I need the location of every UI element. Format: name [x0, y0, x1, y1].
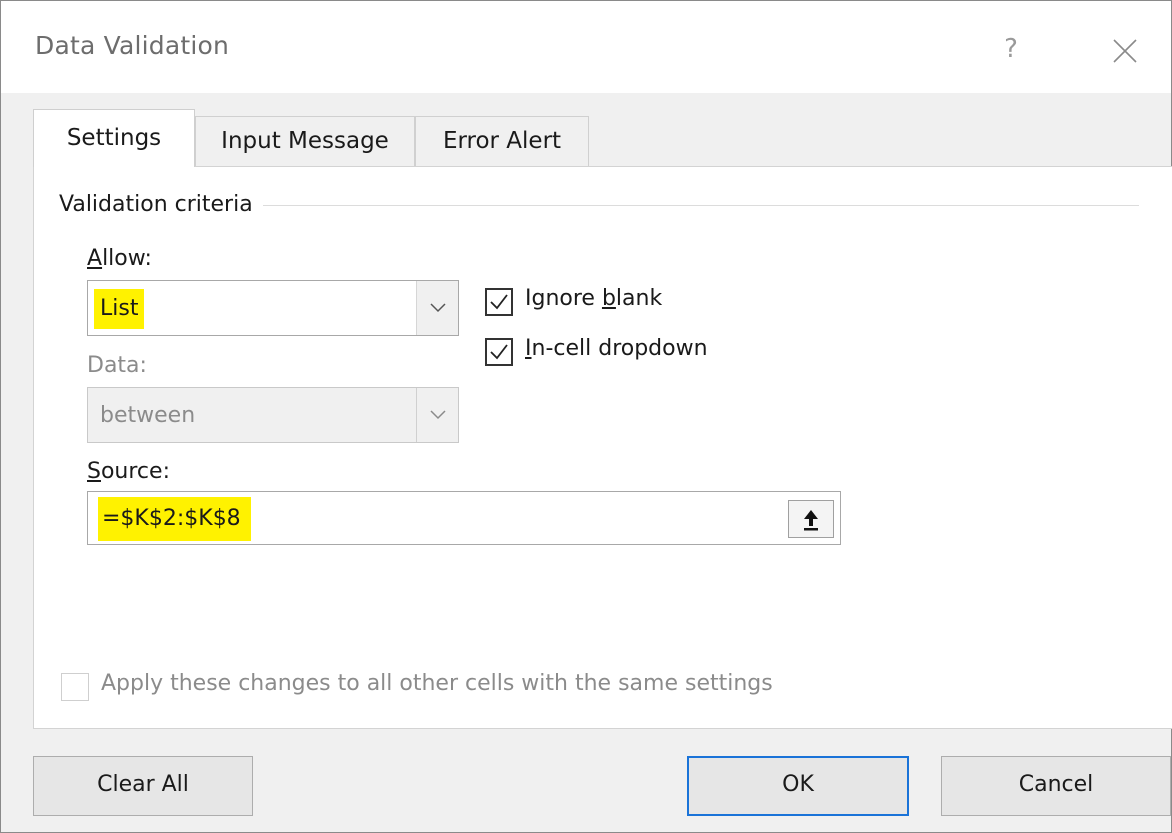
- chevron-down-icon: [430, 410, 446, 420]
- checkbox-box[interactable]: [61, 673, 89, 701]
- data-dropdown-button[interactable]: [416, 388, 458, 442]
- tab-error-alert[interactable]: Error Alert: [415, 116, 589, 166]
- checkbox-box[interactable]: [485, 288, 513, 316]
- chevron-down-icon: [430, 303, 446, 313]
- data-value: between: [100, 403, 196, 428]
- help-button[interactable]: ?: [989, 27, 1033, 71]
- dialog-title: Data Validation: [35, 31, 230, 60]
- checkbox-box[interactable]: [485, 338, 513, 366]
- in-cell-dropdown-label: In-cell dropdown: [525, 336, 708, 361]
- clear-all-label: Clear All: [97, 772, 189, 797]
- validation-criteria-heading: Validation criteria: [59, 192, 263, 217]
- checkmark-icon: [490, 344, 508, 360]
- apply-to-all-label: Apply these changes to all other cells w…: [101, 671, 773, 696]
- tab-input-message[interactable]: Input Message: [195, 116, 415, 166]
- collapse-dialog-button[interactable]: [788, 500, 834, 538]
- allow-dropdown-button[interactable]: [416, 281, 458, 335]
- source-input[interactable]: =$K$2:$K$8: [87, 491, 841, 545]
- checkmark-icon: [490, 294, 508, 310]
- cancel-button[interactable]: Cancel: [941, 756, 1171, 816]
- clear-all-button[interactable]: Clear All: [33, 756, 253, 816]
- tab-settings[interactable]: Settings: [33, 109, 195, 167]
- close-button[interactable]: [1101, 27, 1149, 75]
- source-label: Source:: [87, 459, 170, 484]
- ignore-blank-label: Ignore blank: [525, 286, 663, 311]
- close-icon: [1113, 39, 1137, 63]
- settings-panel: [33, 166, 1172, 729]
- data-validation-dialog: Data Validation ? Settings Input Message…: [0, 0, 1172, 833]
- range-select-arrow-icon: [804, 510, 818, 531]
- data-label: Data:: [87, 353, 147, 378]
- title-bar: Data Validation ?: [1, 1, 1171, 93]
- allow-label: Allow:: [87, 246, 152, 271]
- allow-value: List: [94, 289, 145, 329]
- data-dropdown[interactable]: between: [87, 387, 459, 443]
- source-value: =$K$2:$K$8: [98, 497, 251, 541]
- ok-button[interactable]: OK: [687, 756, 909, 816]
- allow-dropdown[interactable]: List: [87, 280, 459, 336]
